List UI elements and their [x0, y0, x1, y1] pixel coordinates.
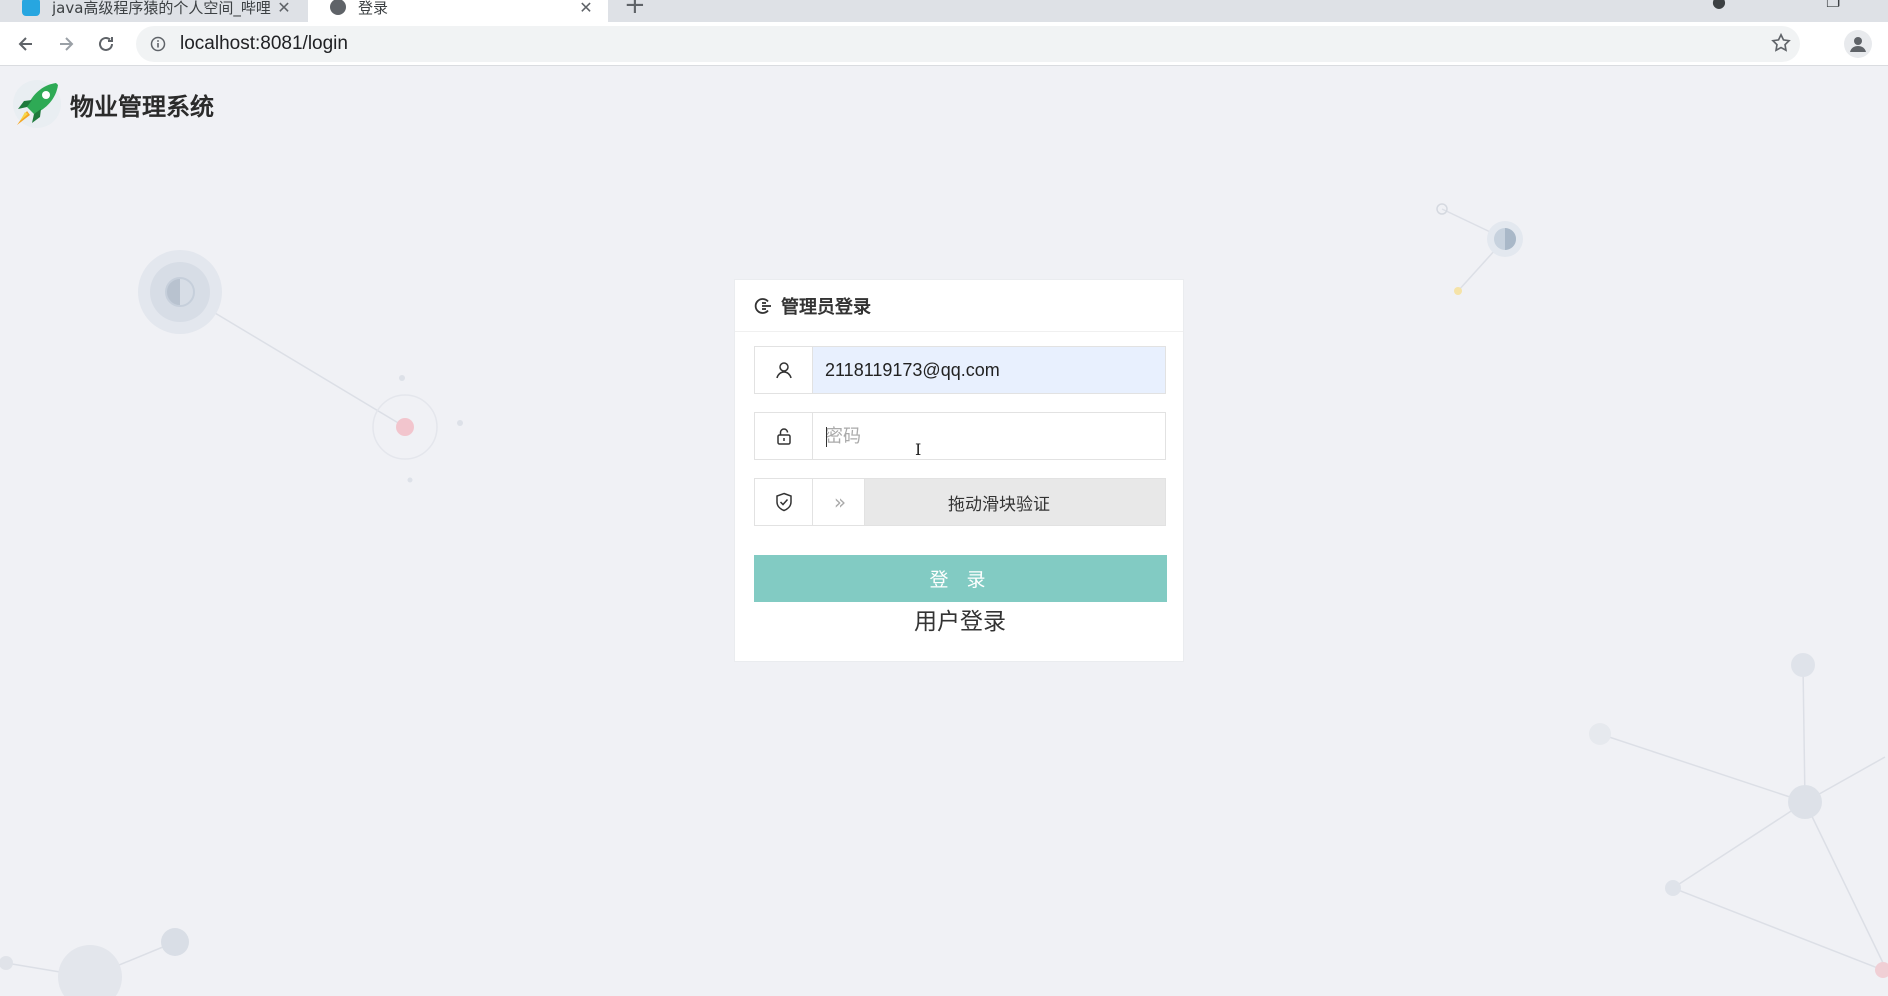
password-input[interactable] — [813, 413, 1165, 459]
new-tab-icon[interactable]: + — [624, 0, 646, 20]
admin-login-card: 管理员登录 I » 拖动滑块验证 — [734, 279, 1184, 662]
profile-avatar-icon[interactable] — [1844, 30, 1872, 58]
user-icon — [755, 347, 813, 393]
username-input[interactable] — [813, 347, 1165, 393]
brand-header: 物业管理系统 — [12, 79, 214, 129]
double-chevron-right-icon: » — [833, 490, 846, 514]
slider-verify-row: » 拖动滑块验证 — [754, 478, 1166, 526]
close-icon[interactable]: ✕ — [578, 0, 594, 17]
tab-label: java高级程序猿的个人空间_哔哩 — [52, 0, 271, 17]
forward-icon[interactable] — [50, 28, 82, 60]
url-text: localhost:8081/login — [180, 33, 348, 54]
bilibili-favicon-icon — [22, 0, 40, 16]
password-row: I — [754, 412, 1166, 460]
close-icon[interactable]: ✕ — [276, 0, 292, 17]
login-page: 物业管理系统 管理员登录 I — [0, 67, 1888, 996]
restore-window-icon[interactable]: ❐ — [1826, 0, 1840, 11]
username-row — [754, 346, 1166, 394]
globe-favicon-icon — [330, 0, 346, 15]
info-icon[interactable] — [148, 34, 168, 54]
reload-icon[interactable] — [90, 28, 122, 60]
shield-check-icon — [755, 479, 813, 525]
rocket-logo-icon — [13, 80, 61, 128]
browser-tab-login[interactable]: 登录 ✕ — [308, 0, 608, 22]
card-header: 管理员登录 — [735, 280, 1183, 332]
system-title: 物业管理系统 — [70, 92, 214, 121]
text-caret — [826, 427, 827, 447]
address-bar[interactable]: localhost:8081/login — [136, 26, 1800, 62]
admin-refresh-icon — [754, 297, 771, 314]
browser-tab-bar: java高级程序猿的个人空间_哔哩 ✕ 登录 ✕ + ● ❐ — [0, 0, 1888, 22]
slider-handle[interactable]: » — [813, 479, 865, 525]
account-dot-icon[interactable]: ● — [1712, 0, 1726, 11]
star-icon[interactable] — [1770, 32, 1792, 58]
slider-track[interactable]: » 拖动滑块验证 — [813, 479, 1165, 525]
slider-hint: 拖动滑块验证 — [948, 494, 1050, 515]
back-icon[interactable] — [10, 28, 42, 60]
tab-label: 登录 — [358, 0, 389, 17]
ibeam-cursor-icon: I — [915, 440, 922, 459]
browser-toolbar: localhost:8081/login — [0, 22, 1888, 66]
lock-icon — [755, 413, 813, 459]
browser-tab-bilibili[interactable]: java高级程序猿的个人空间_哔哩 ✕ — [0, 0, 306, 22]
login-button[interactable]: 登 录 — [754, 555, 1167, 602]
login-title: 管理员登录 — [781, 296, 871, 318]
user-login-link[interactable]: 用户登录 — [735, 602, 1185, 636]
